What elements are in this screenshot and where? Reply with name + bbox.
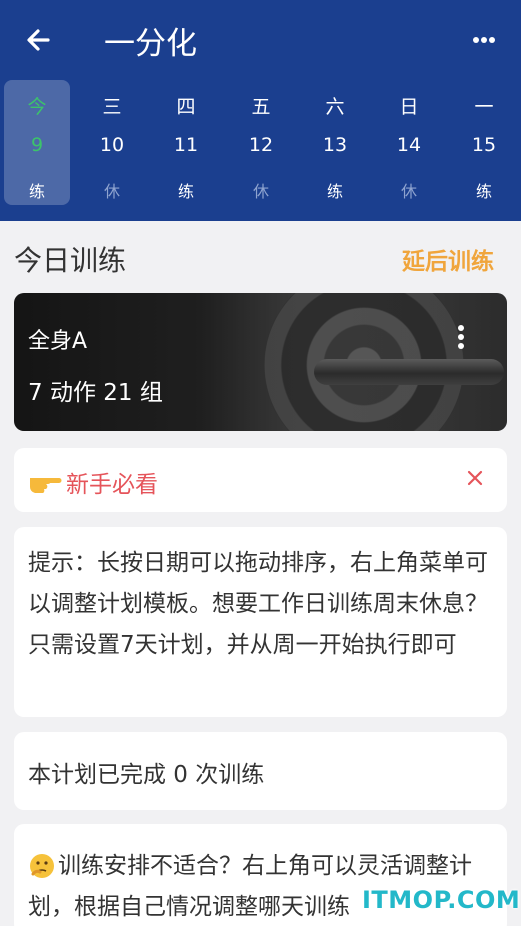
more-horizontal-icon [473,37,495,43]
day-thursday[interactable]: 四 11 练 [153,80,219,205]
day-weekday: 五 [251,96,271,118]
newbie-guide-label: 新手必看 [66,472,158,498]
page-title: 一分化 [104,26,197,62]
day-status: 休 [252,182,269,201]
week-calendar: 今 9 练 三 10 休 四 11 练 五 12 休 六 13 练 日 14 休 [0,80,521,208]
header-bar: 一分化 今 9 练 三 10 休 四 11 练 五 12 休 六 13 练 日 … [0,0,521,221]
back-button[interactable] [18,20,62,60]
day-monday[interactable]: 一 15 练 [451,80,517,205]
watermark-text: ITMOP.COM [362,886,521,914]
workout-summary: 7 动作 21 组 [28,380,163,406]
day-status: 练 [177,182,194,201]
tip-text: 提示：长按日期可以拖动排序，右上角菜单可以调整计划模板。想要工作日训练周末休息？… [28,550,488,658]
completion-card: 本计划已完成 0 次训练 [14,732,507,810]
day-status: 休 [400,182,417,201]
day-date: 10 [99,134,125,156]
day-date: 13 [322,134,348,156]
day-weekday: 四 [176,96,196,118]
day-date: 14 [396,134,422,156]
workout-card[interactable]: 全身A 7 动作 21 组 [14,293,507,431]
day-status: 练 [326,182,343,201]
close-icon[interactable] [463,466,487,490]
day-saturday[interactable]: 六 13 练 [302,80,368,205]
more-vertical-icon[interactable] [450,319,474,355]
tip-card: 提示：长按日期可以拖动排序，右上角菜单可以调整计划模板。想要工作日训练周末休息？… [14,527,507,717]
day-date: 9 [30,134,44,156]
day-sunday[interactable]: 日 14 休 [376,80,442,205]
newbie-guide-banner[interactable]: 新手必看 [14,448,507,512]
day-today[interactable]: 今 9 练 [4,80,70,205]
day-status: 练 [475,182,492,201]
today-training-heading: 今日训练 [14,244,127,277]
day-weekday: 六 [325,96,345,118]
day-weekday: 今 [27,96,47,118]
day-weekday: 日 [399,96,419,118]
workout-name: 全身A [28,329,88,354]
completion-text: 本计划已完成 0 次训练 [28,762,265,788]
day-weekday: 三 [102,96,122,118]
day-status: 休 [103,182,120,201]
arrow-left-icon [27,29,50,51]
day-date: 11 [173,134,199,156]
day-date: 15 [471,134,497,156]
day-date: 12 [248,134,274,156]
day-wednesday[interactable]: 三 10 休 [79,80,145,205]
day-weekday: 一 [474,96,494,118]
postpone-training-button[interactable]: 延后训练 [402,242,494,276]
pointing-hand-icon [29,478,62,493]
day-friday[interactable]: 五 12 休 [228,80,294,205]
day-status: 练 [28,182,45,201]
more-menu-button[interactable] [462,22,506,58]
